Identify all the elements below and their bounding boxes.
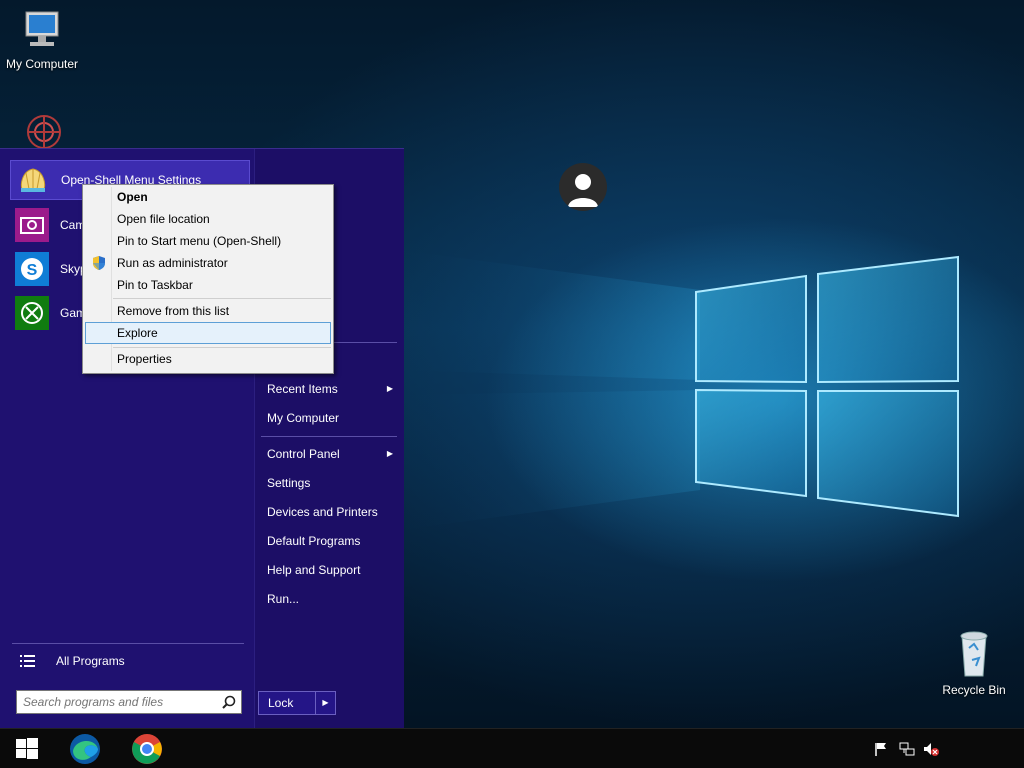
separator (261, 436, 397, 437)
list-icon (20, 655, 35, 667)
context-menu: Open Open file location Pin to Start men… (82, 184, 334, 374)
mandala-icon (27, 115, 61, 149)
computer-icon (25, 11, 59, 46)
user-icon (568, 174, 598, 207)
context-pin-to-taskbar[interactable]: Pin to Taskbar (85, 274, 331, 296)
search-input[interactable] (17, 691, 217, 713)
lock-button[interactable]: Lock (258, 691, 316, 715)
search-box[interactable] (16, 690, 242, 714)
taskbar-edge[interactable] (62, 729, 108, 768)
uac-shield-icon (93, 256, 105, 270)
menu-default-programs[interactable]: Default Programs (267, 530, 397, 552)
taskbar-chrome[interactable] (124, 729, 170, 768)
tray-action-center[interactable] (870, 729, 892, 768)
context-open[interactable]: Open (85, 186, 331, 208)
context-remove-from-list[interactable]: Remove from this list (85, 300, 331, 322)
context-separator (113, 298, 331, 299)
svg-text:S: S (27, 262, 38, 279)
windows-start-icon (16, 738, 38, 759)
menu-run[interactable]: Run... (267, 588, 397, 610)
menu-label: Help and Support (267, 563, 361, 577)
tray-volume[interactable] (920, 729, 942, 768)
recycle-bin-icon (960, 631, 988, 677)
menu-help-support[interactable]: Help and Support (267, 559, 397, 581)
start-button[interactable] (0, 729, 54, 768)
menu-devices-printers[interactable]: Devices and Printers (267, 501, 397, 523)
search-icon[interactable] (222, 695, 236, 709)
xbox-icon (14, 295, 50, 331)
context-label: Run as administrator (117, 256, 228, 270)
shell-icon (15, 162, 51, 198)
desktop-icon-my-computer[interactable]: My Computer (0, 8, 84, 71)
separator (12, 643, 244, 644)
menu-settings[interactable]: Settings (267, 472, 397, 494)
desktop-icon-partial[interactable] (10, 110, 70, 153)
shutdown-options-arrow-icon[interactable]: ▶ (315, 691, 336, 715)
menu-label: My Computer (267, 411, 340, 425)
context-open-file-location[interactable]: Open file location (85, 208, 331, 230)
network-icon (899, 742, 915, 756)
action-center-flag-icon (875, 743, 886, 756)
skype-icon: S (14, 251, 50, 287)
context-pin-to-start[interactable]: Pin to Start menu (Open-Shell) (85, 230, 331, 252)
tray-network[interactable] (896, 729, 918, 768)
desktop-icon-recycle-bin[interactable]: Recycle Bin (932, 630, 1016, 697)
menu-label: Run... (267, 592, 300, 606)
all-programs-label: All Programs (56, 654, 125, 668)
desktop-icon-label: Recycle Bin (942, 683, 1006, 697)
edge-icon (70, 734, 100, 764)
menu-label: Settings (267, 476, 311, 490)
menu-label: Default Programs (267, 534, 361, 548)
menu-label: Devices and Printers (267, 505, 378, 519)
menu-label: Control Panel (267, 447, 340, 461)
camera-icon (14, 207, 50, 243)
menu-label: Recent Items (267, 382, 338, 396)
chrome-icon (132, 734, 162, 764)
context-run-as-admin[interactable]: Run as administrator (85, 252, 331, 274)
menu-control-panel[interactable]: Control Panel ▶ (267, 443, 397, 465)
menu-my-computer[interactable]: My Computer (267, 407, 397, 429)
desktop-icon-label: My Computer (5, 57, 79, 71)
taskbar (0, 728, 1024, 768)
submenu-arrow-icon: ▶ (386, 384, 393, 393)
all-programs-button[interactable]: All Programs (16, 649, 236, 673)
context-explore[interactable]: Explore (85, 322, 331, 344)
context-properties[interactable]: Properties (85, 348, 331, 370)
menu-recent-items[interactable]: Recent Items ▶ (267, 378, 397, 400)
submenu-arrow-icon: ▶ (386, 449, 393, 458)
user-avatar[interactable] (559, 163, 607, 211)
volume-muted-icon (924, 743, 939, 756)
